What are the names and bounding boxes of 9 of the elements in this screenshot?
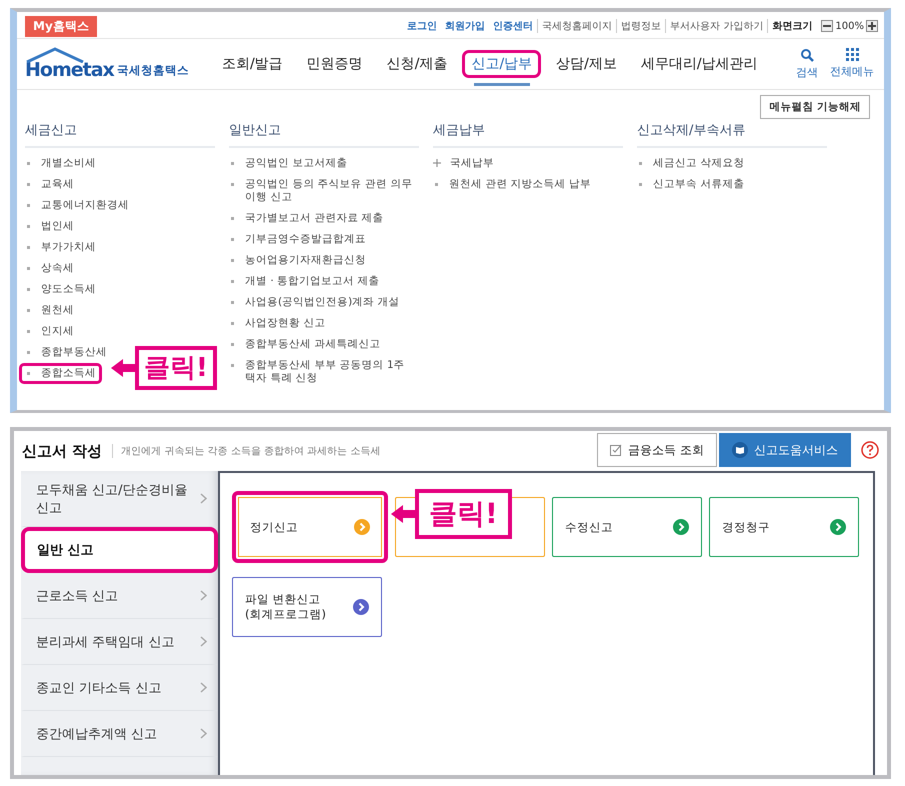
zoom-value: 100% xyxy=(835,20,864,32)
menu-column-title: 세금납부 xyxy=(433,119,623,148)
menu-column-title: 일반신고 xyxy=(229,119,419,148)
menu-column-title: 세금신고 xyxy=(25,119,215,148)
menu-column-title: 신고삭제/부속서류 xyxy=(637,119,827,148)
click-tooltip: 클릭! xyxy=(135,346,217,390)
form-title: 신고서 작성 xyxy=(22,442,102,460)
click-tooltip: 클릭! xyxy=(415,489,512,539)
form-description: 개인에게 귀속되는 각종 소득을 종합하여 과세하는 소득세 xyxy=(112,444,380,458)
